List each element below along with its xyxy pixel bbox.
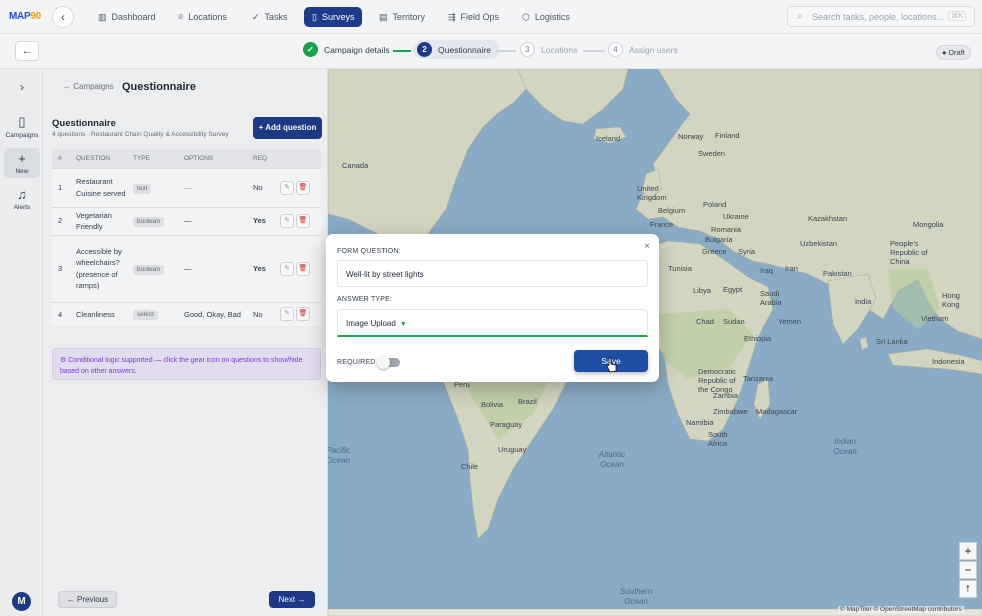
wizard-back-button[interactable]: ← (15, 41, 39, 61)
check-icon: ✓ (303, 42, 318, 57)
nav-logistics[interactable]: ⬡ Logistics (514, 7, 578, 27)
nav-surveys[interactable]: ▯ Surveys (304, 7, 363, 27)
app-logo[interactable]: MAP90 (9, 11, 41, 22)
wizard-stepper-bar: ← ✓ Campaign details 2 Questionnaire 3 Loca… (0, 34, 982, 69)
step-connector (583, 50, 605, 52)
caret-down-icon: ▼ (399, 321, 407, 328)
step-questionnaire[interactable]: 2 Questionnaire (413, 40, 500, 59)
top-navigation-bar: MAP90 ‹ ▥ Dashboard ⌾ Locations ✓ Tasks ▯ Su… (0, 0, 982, 34)
nav-territory[interactable]: ▤ Territory (371, 7, 433, 27)
answer-type-select[interactable]: Image Upload ▼ (337, 309, 648, 337)
clipboard-icon: ▯ (312, 11, 317, 22)
location-pin-icon: ⌾ (178, 11, 184, 22)
form-question-label: FORM QUESTION: (337, 248, 401, 255)
global-search-input[interactable]: ⌕ Search tasks, people, locations... ⌘K (787, 6, 975, 27)
status-badge: ● Draft (936, 45, 971, 60)
nav-back-button[interactable]: ‹ (52, 6, 74, 28)
nav-tasks[interactable]: ✓ Tasks (244, 7, 296, 27)
arrow-left-icon: ← (21, 45, 33, 57)
map-icon: ▤ (379, 11, 388, 22)
required-toggle[interactable] (377, 356, 400, 369)
route-icon: ⇶ (448, 11, 456, 22)
bar-chart-icon: ▥ (98, 11, 107, 22)
check-icon: ✓ (252, 11, 260, 22)
search-shortcut-hint: ⌘K (948, 11, 966, 21)
nav-locations[interactable]: ⌾ Locations (170, 7, 235, 27)
step-assign-users[interactable]: 4 Assign users (608, 42, 678, 57)
step-campaign-details[interactable]: ✓ Campaign details (303, 42, 390, 57)
toggle-knob (377, 356, 390, 369)
step-connector (496, 50, 516, 52)
form-question-input[interactable]: Well-lit by street lights (337, 260, 648, 287)
pointer-cursor-icon (606, 357, 617, 373)
nav-field-ops[interactable]: ⇶ Field Ops (440, 7, 507, 27)
search-icon: ⌕ (797, 11, 803, 22)
close-icon[interactable]: × (644, 241, 650, 252)
step-locations[interactable]: 3 Locations (520, 42, 577, 57)
answer-type-label: ANSWER TYPE: (337, 296, 393, 303)
step-connector (393, 50, 411, 52)
required-label: REQUIRED (337, 359, 376, 366)
cube-icon: ⬡ (522, 11, 530, 22)
nav-dashboard[interactable]: ▥ Dashboard (90, 7, 164, 27)
